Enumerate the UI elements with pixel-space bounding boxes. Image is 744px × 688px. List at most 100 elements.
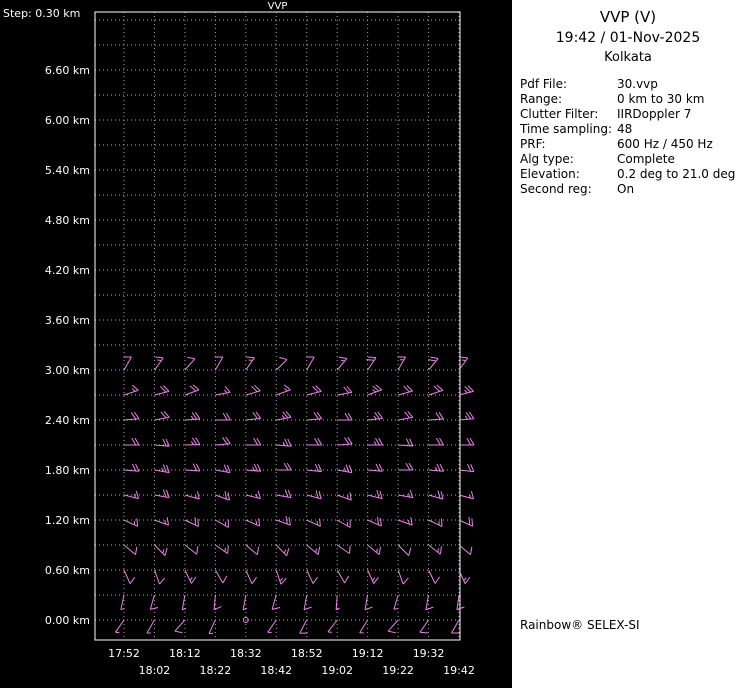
wind-barb bbox=[336, 569, 350, 584]
wind-barb bbox=[215, 385, 231, 396]
barb-staff bbox=[149, 594, 155, 610]
info-value: IIRDoppler 7 bbox=[617, 107, 692, 121]
info-row-second-reg: Second reg: On bbox=[520, 182, 744, 197]
wind-barb bbox=[306, 411, 323, 421]
barb-staff bbox=[267, 619, 277, 633]
y-tick-label: 6.00 km bbox=[45, 114, 90, 127]
wind-barb bbox=[398, 462, 414, 471]
barb-tick-half bbox=[372, 389, 377, 393]
wind-barb bbox=[398, 438, 414, 447]
wind-barb bbox=[214, 356, 224, 371]
barb-tick-full bbox=[166, 464, 170, 473]
barb-tick-full bbox=[284, 489, 289, 498]
barb-tick-full bbox=[155, 356, 164, 359]
barb-staff bbox=[215, 443, 231, 446]
barb-staff bbox=[123, 418, 139, 421]
wind-barb bbox=[245, 544, 260, 556]
barb-staff bbox=[276, 389, 291, 396]
barb-tick-full bbox=[345, 464, 350, 473]
y-tick-label: 4.20 km bbox=[45, 264, 90, 277]
barb-tick-full bbox=[440, 491, 444, 500]
wind-barb bbox=[303, 594, 312, 611]
barb-tick-full bbox=[131, 463, 137, 472]
barb-tick-full bbox=[439, 463, 444, 472]
wind-barb bbox=[184, 384, 200, 396]
barb-tick-full bbox=[402, 577, 409, 585]
x-tick-label: 18:12 bbox=[169, 647, 201, 660]
wind-barb bbox=[184, 412, 201, 421]
wind-barb bbox=[174, 619, 186, 634]
barb-staff bbox=[275, 359, 288, 371]
barb-tick-full bbox=[467, 463, 472, 472]
barb-tick-full bbox=[440, 518, 443, 527]
wind-barb bbox=[398, 410, 414, 421]
barb-staff bbox=[306, 390, 322, 396]
barb-staff bbox=[181, 594, 186, 610]
vvp-window: Step: 0.30 km VVP 6.60 km 6.00 km 5.40 km 4.… bbox=[0, 0, 744, 688]
barb-staff bbox=[242, 594, 247, 610]
barb-staff bbox=[214, 569, 224, 584]
barb-staff bbox=[364, 594, 369, 610]
wind-barb bbox=[428, 356, 439, 371]
barb-tick-full bbox=[284, 438, 289, 447]
barb-tick-half bbox=[372, 577, 376, 582]
wind-barb bbox=[367, 463, 384, 472]
info-row-elevation: Elevation: 0.2 deg to 21.0 deg bbox=[520, 167, 744, 182]
barb-tick-full bbox=[303, 606, 312, 611]
barb-tick-half bbox=[224, 389, 228, 394]
wind-barb bbox=[149, 594, 159, 610]
wind-barb bbox=[267, 619, 277, 634]
wind-barb bbox=[245, 463, 262, 472]
wind-barb bbox=[428, 463, 444, 472]
y-tick-label: 3.60 km bbox=[45, 314, 90, 327]
barb-staff bbox=[397, 569, 404, 585]
barb-tick-full bbox=[286, 547, 290, 556]
wind-barb bbox=[184, 356, 196, 371]
barb-tick-full bbox=[434, 576, 441, 584]
barb-staff bbox=[393, 594, 399, 610]
barb-tick-full bbox=[375, 463, 380, 472]
barb-staff bbox=[154, 390, 170, 396]
wind-barb bbox=[245, 518, 261, 527]
barb-tick-half bbox=[437, 548, 439, 553]
wind-barb bbox=[327, 619, 338, 633]
barb-tick-full bbox=[135, 463, 140, 472]
info-row-pdf-file: Pdf File: 30.vvp bbox=[520, 77, 744, 92]
barb-tick-full bbox=[366, 359, 375, 361]
wind-barb bbox=[458, 544, 473, 556]
barb-staff bbox=[428, 418, 444, 421]
wind-barb bbox=[336, 519, 351, 528]
barb-tick-full bbox=[405, 438, 411, 447]
barb-tick-half bbox=[464, 389, 468, 394]
info-label: Elevation: bbox=[520, 167, 580, 181]
barb-tick-full bbox=[287, 489, 292, 498]
barb-staff bbox=[184, 469, 200, 472]
wind-barb bbox=[367, 516, 382, 527]
wind-barb bbox=[458, 463, 475, 473]
wind-barb bbox=[337, 437, 353, 446]
barb-staff bbox=[398, 416, 413, 421]
barb-tick-half bbox=[189, 577, 193, 581]
barb-tick-full bbox=[279, 356, 288, 361]
barb-tick-full bbox=[387, 630, 396, 634]
barb-staff bbox=[184, 358, 196, 371]
barb-staff bbox=[276, 444, 292, 447]
barb-tick-full bbox=[192, 463, 198, 472]
barb-staff bbox=[245, 494, 261, 500]
wind-barb bbox=[306, 518, 321, 527]
barb-tick-full bbox=[288, 517, 291, 526]
barb-tick-full bbox=[317, 464, 323, 472]
barb-tick-full bbox=[194, 517, 197, 526]
info-label: PRF: bbox=[520, 137, 546, 151]
barb-tick-full bbox=[468, 516, 471, 526]
wind-barb bbox=[397, 544, 412, 556]
wind-barb bbox=[367, 569, 379, 584]
wind-barb bbox=[123, 544, 138, 556]
barb-tick-half bbox=[162, 549, 165, 554]
wind-barb bbox=[367, 411, 383, 421]
barb-tick-full bbox=[174, 630, 183, 634]
barb-tick-half bbox=[283, 388, 288, 392]
wind-barb bbox=[123, 411, 140, 421]
barb-tick-full bbox=[159, 577, 166, 585]
barb-staff bbox=[336, 519, 351, 528]
